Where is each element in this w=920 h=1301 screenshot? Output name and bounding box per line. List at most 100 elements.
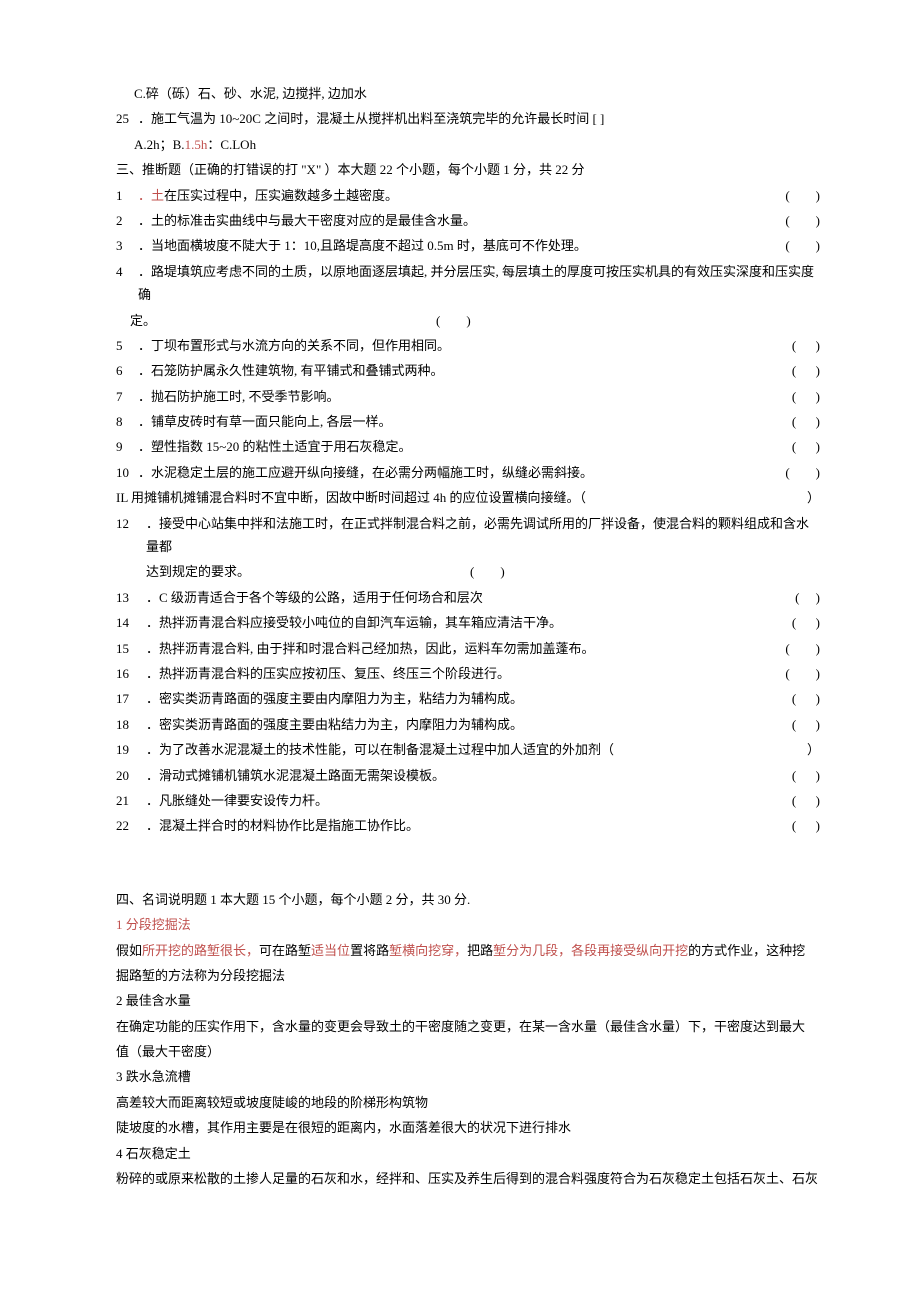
judge-8: 8 ．铺草皮砖时有草一面只能向上, 各层一样。 ( ) bbox=[100, 410, 820, 433]
j5-text: ．丁坝布置形式与水流方向的关系不同，但作用相同。 bbox=[138, 334, 450, 357]
j13-paren: ( ) bbox=[795, 586, 820, 609]
j9-text: ．塑性指数 15~20 的粘性土适宜于用石灰稳定。 bbox=[138, 435, 412, 458]
j14-text: ．热拌沥青混合料应接受较小吨位的自卸汽车运输，其车箱应清洁干净。 bbox=[146, 611, 562, 634]
j7-num: 7 bbox=[116, 385, 138, 408]
judge-7: 7 ．抛石防护施工时, 不受季节影响。 ( ) bbox=[100, 385, 820, 408]
j2-text: ．土的标准击实曲线中与最大干密度对应的是最佳含水量。 bbox=[138, 209, 476, 232]
j4-text2: 定。 bbox=[130, 309, 156, 332]
judge-21: 21 ．凡胀缝处一律要安设传力杆。 ( ) bbox=[100, 789, 820, 812]
j4-num: 4 bbox=[116, 260, 138, 283]
j17-paren: ( ) bbox=[792, 687, 820, 710]
j12-paren: ( ) bbox=[470, 560, 505, 583]
j21-num: 21 bbox=[116, 789, 146, 812]
term-3-body: 高差较大而距离较短或坡度陡峻的地段的阶梯形构筑物 bbox=[100, 1091, 820, 1114]
j10-paren: ( ) bbox=[785, 461, 820, 484]
j16-text: ．热拌沥青混合料的压实应按初压、复压、终压三个阶段进行。 bbox=[146, 662, 510, 685]
j18-num: 18 bbox=[116, 713, 146, 736]
term-1-title: 1 分段挖掘法 bbox=[100, 913, 820, 936]
judge-6: 6 ．石笼防护属永久性建筑物, 有平铺式和叠铺式两种。 ( ) bbox=[100, 359, 820, 382]
term-3-body2: 陡坡度的水槽，其作用主要是在很短的距离内，水面落差很大的状况下进行排水 bbox=[100, 1116, 820, 1139]
section-4-heading: 四、名词说明题 1 本大题 15 个小题，每个小题 2 分，共 30 分. bbox=[100, 888, 820, 911]
j17-num: 17 bbox=[116, 687, 146, 710]
judge-19: 19 ．为了改善水泥混凝土的技术性能，可以在制备混凝土过程中加人适宜的外加剂（ … bbox=[100, 738, 820, 761]
j12-text2: 达到规定的要求。 bbox=[146, 560, 250, 583]
j18-paren: ( ) bbox=[792, 713, 820, 736]
j11-text: IL 用摊铺机摊铺混合料时不宜中断，因故中断时间超过 4h 的应位设置横向接缝。… bbox=[116, 486, 586, 509]
judge-20: 20 ．滑动式摊铺机铺筑水泥混凝土路面无需架设模板。 ( ) bbox=[100, 764, 820, 787]
j12-text: ．接受中心站集中拌和法施工时，在正式拌制混合料之前，必需先调试所用的厂拌设备，使… bbox=[146, 512, 820, 559]
j8-num: 8 bbox=[116, 410, 138, 433]
judge-10: 10 ．水泥稳定土层的施工应避开纵向接缝，在必需分两幅施工时，纵缝必需斜接。 (… bbox=[100, 461, 820, 484]
j22-text: ．混凝土拌合时的材料协作比是指施工协作比。 bbox=[146, 814, 419, 837]
j2-paren: ( ) bbox=[785, 209, 820, 232]
j3-num: 3 bbox=[116, 234, 138, 257]
section-3-text: 三、推断题（正确的打错误的打 "X" ）本大题 22 个小题，每个小题 1 分，… bbox=[116, 162, 585, 177]
j2-num: 2 bbox=[116, 209, 138, 232]
j20-num: 20 bbox=[116, 764, 146, 787]
j3-text: ．当地面横坡度不陡大于 1：10,且路堤高度不超过 0.5m 时，基底可不作处理… bbox=[138, 234, 587, 257]
j3-paren: ( ) bbox=[785, 234, 820, 257]
j20-paren: ( ) bbox=[792, 764, 820, 787]
judge-17: 17 ．密实类沥青路面的强度主要由内摩阻力为主，粘结力为辅构成。 ( ) bbox=[100, 687, 820, 710]
j4-text: ．路堤填筑应考虑不同的土质，以原地面逐层填起, 并分层压实, 每层填土的厚度可按… bbox=[138, 260, 820, 307]
j13-num: 13 bbox=[116, 586, 146, 609]
j15-num: 15 bbox=[116, 637, 146, 660]
term-2-title: 2 最佳含水量 bbox=[100, 989, 820, 1012]
j18-text: ．密实类沥青路面的强度主要由粘结力为主，内摩阻力为辅构成。 bbox=[146, 713, 523, 736]
j1-paren: ( ) bbox=[785, 184, 820, 207]
judge-11: IL 用摊铺机摊铺混合料时不宜中断，因故中断时间超过 4h 的应位设置横向接缝。… bbox=[100, 486, 820, 509]
j19-num: 19 bbox=[116, 738, 146, 761]
judge-5: 5 ．丁坝布置形式与水流方向的关系不同，但作用相同。 ( ) bbox=[100, 334, 820, 357]
judge-3: 3 ．当地面横坡度不陡大于 1：10,且路堤高度不超过 0.5m 时，基底可不作… bbox=[100, 234, 820, 257]
judge-13: 13 ．C 级沥青适合于各个等级的公路，适用于任何场合和层次 ( ) bbox=[100, 586, 820, 609]
section-3-heading: 三、推断题（正确的打错误的打 "X" ）本大题 22 个小题，每个小题 1 分，… bbox=[100, 158, 820, 181]
j10-num: 10 bbox=[116, 461, 138, 484]
judge-16: 16 ．热拌沥青混合料的压实应按初压、复压、终压三个阶段进行。 ( ) bbox=[100, 662, 820, 685]
judge-12: 12 ．接受中心站集中拌和法施工时，在正式拌制混合料之前，必需先调试所用的厂拌设… bbox=[100, 512, 820, 559]
j16-num: 16 bbox=[116, 662, 146, 685]
j17-text: ．密实类沥青路面的强度主要由内摩阻力为主，粘结力为辅构成。 bbox=[146, 687, 523, 710]
j22-paren: ( ) bbox=[792, 814, 820, 837]
q25-opt-c: ：C.LOh bbox=[207, 137, 256, 152]
term-2-body2: 值（最大干密度） bbox=[100, 1040, 820, 1063]
j7-text: ．抛石防护施工时, 不受季节影响。 bbox=[138, 385, 340, 408]
judge-4-cont: 定。 ( ) bbox=[100, 309, 820, 332]
q25-opt-a: A.2h；B. bbox=[134, 137, 185, 152]
j22-num: 22 bbox=[116, 814, 146, 837]
j19-text: ．为了改善水泥混凝土的技术性能，可以在制备混凝土过程中加人适宜的外加剂（ bbox=[146, 738, 614, 761]
j12-num: 12 bbox=[116, 512, 146, 535]
judge-15: 15 ．热拌沥青混合料, 由于拌和时混合料己经加热，因此，运料车勿需加盖蓬布。 … bbox=[100, 637, 820, 660]
q25-opt-b: 1.5h bbox=[185, 137, 208, 152]
j6-num: 6 bbox=[116, 359, 138, 382]
term-3-title: 3 跌水急流槽 bbox=[100, 1065, 820, 1088]
j8-paren: ( ) bbox=[792, 410, 820, 433]
term-4-body: 粉碎的或原来松散的土掺人足量的石灰和水，经拌和、压实及养生后得到的混合料强度符合… bbox=[100, 1167, 820, 1190]
term-4-title: 4 石灰稳定土 bbox=[100, 1142, 820, 1165]
j16-paren: ( ) bbox=[785, 662, 820, 685]
judge-18: 18 ．密实类沥青路面的强度主要由粘结力为主，内摩阻力为辅构成。 ( ) bbox=[100, 713, 820, 736]
j9-paren: ( ) bbox=[792, 435, 820, 458]
option-c-text: C.碎（砾）石、砂、水泥, 边搅拌, 边加水 bbox=[134, 86, 367, 101]
term-1-body2: 掘路堑的方法称为分段挖掘法 bbox=[100, 964, 820, 987]
j15-text: ．热拌沥青混合料, 由于拌和时混合料己经加热，因此，运料车勿需加盖蓬布。 bbox=[146, 637, 595, 660]
j20-text: ．滑动式摊铺机铺筑水泥混凝土路面无需架设模板。 bbox=[146, 764, 445, 787]
judge-22: 22 ．混凝土拌合时的材料协作比是指施工协作比。 ( ) bbox=[100, 814, 820, 837]
j13-text: ．C 级沥青适合于各个等级的公路，适用于任何场合和层次 bbox=[146, 586, 483, 609]
j21-text: ．凡胀缝处一律要安设传力杆。 bbox=[146, 789, 328, 812]
section-4-text: 四、名词说明题 1 本大题 15 个小题，每个小题 2 分，共 30 分. bbox=[116, 892, 470, 907]
term-1-body: 假如所开挖的路堑很长，可在路堑适当位置将路堑横向挖穿，把路堑分为几段，各段再接受… bbox=[100, 939, 820, 962]
j14-num: 14 bbox=[116, 611, 146, 634]
judge-14: 14 ．热拌沥青混合料应接受较小吨位的自卸汽车运输，其车箱应清洁干净。 ( ) bbox=[100, 611, 820, 634]
j11-paren: ） bbox=[807, 486, 820, 509]
j8-text: ．铺草皮砖时有草一面只能向上, 各层一样。 bbox=[138, 410, 392, 433]
j10-text: ．水泥稳定土层的施工应避开纵向接缝，在必需分两幅施工时，纵缝必需斜接。 bbox=[138, 461, 593, 484]
j6-paren: ( ) bbox=[792, 359, 820, 382]
judge-1: 1 ．土在压实过程中，压实遍数越多土越密度。 ( ) bbox=[100, 184, 820, 207]
j9-num: 9 bbox=[116, 435, 138, 458]
j14-paren: ( ) bbox=[792, 611, 820, 634]
judge-2: 2 ．土的标准击实曲线中与最大干密度对应的是最佳含水量。 ( ) bbox=[100, 209, 820, 232]
judge-4: 4 ．路堤填筑应考虑不同的土质，以原地面逐层填起, 并分层压实, 每层填土的厚度… bbox=[100, 260, 820, 307]
j21-paren: ( ) bbox=[792, 789, 820, 812]
j7-paren: ( ) bbox=[792, 385, 820, 408]
q25-number: 25 bbox=[116, 107, 138, 130]
